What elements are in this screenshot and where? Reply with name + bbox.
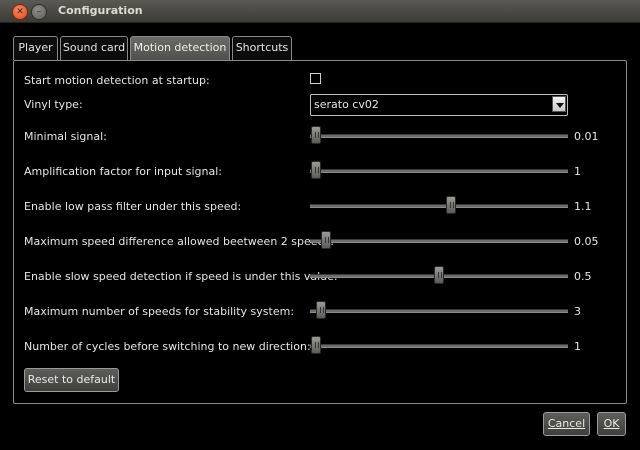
startup-label: Start motion detection at startup:	[24, 74, 210, 87]
tab-motion-detection[interactable]: Motion detection	[130, 36, 230, 61]
slider-label-stability: Maximum number of speeds for stability s…	[24, 305, 295, 318]
reset-to-default-button[interactable]: Reset to default	[24, 368, 119, 392]
slider-handle[interactable]	[311, 161, 321, 179]
value-low-pass: 1.1	[574, 200, 592, 213]
tab-sound-card[interactable]: Sound card	[60, 36, 128, 60]
tab-shortcuts[interactable]: Shortcuts	[232, 36, 292, 60]
value-slow-speed: 0.5	[574, 270, 592, 283]
slider-track	[310, 344, 568, 348]
slider-track	[310, 169, 568, 173]
slider-handle[interactable]	[446, 196, 457, 214]
minimize-icon[interactable]: –	[31, 4, 47, 20]
slider-handle[interactable]	[320, 231, 331, 249]
slider-track	[310, 309, 568, 313]
vinyl-type-value: serato cv02	[314, 98, 379, 111]
slider-track	[310, 204, 568, 208]
slider-handle[interactable]	[311, 126, 321, 144]
value-cycles: 1	[574, 340, 581, 353]
ok-label: OK	[603, 417, 620, 430]
slider-handle[interactable]	[311, 336, 321, 354]
slider-label-cycles: Number of cycles before switching to new…	[24, 340, 311, 353]
vinyl-type-select[interactable]: serato cv02	[310, 94, 568, 116]
value-max-speed-diff: 0.05	[574, 235, 599, 248]
close-icon[interactable]: ✕	[12, 4, 28, 20]
slider-handle[interactable]	[315, 301, 326, 319]
motion-detection-panel: Start motion detection at startup: Vinyl…	[13, 60, 627, 404]
window-title: Configuration	[58, 4, 143, 17]
slider-stability[interactable]	[310, 301, 568, 319]
cancel-button[interactable]: Cancel	[543, 412, 590, 436]
slider-handle[interactable]	[434, 266, 444, 284]
value-minimal-signal: 0.01	[574, 130, 599, 143]
value-stability: 3	[574, 305, 581, 318]
vinyl-type-label: Vinyl type:	[24, 98, 83, 111]
slider-label-amplification: Amplification factor for input signal:	[24, 165, 222, 178]
slider-label-low-pass: Enable low pass filter under this speed:	[24, 200, 242, 213]
title-bar: ✕ – Configuration	[0, 0, 640, 23]
slider-label-max-speed-diff: Maximum speed difference allowed beetwee…	[24, 235, 334, 248]
slider-minimal-signal[interactable]	[310, 126, 568, 144]
slider-label-slow-speed: Enable slow speed detection if speed is …	[24, 270, 338, 283]
slider-slow-speed[interactable]	[310, 266, 568, 284]
startup-checkbox[interactable]	[310, 73, 321, 84]
slider-low-pass[interactable]	[310, 196, 568, 214]
slider-label-minimal-signal: Minimal signal:	[24, 130, 107, 143]
slider-cycles[interactable]	[310, 336, 568, 354]
tab-player[interactable]: Player	[13, 36, 58, 60]
slider-max-speed-diff[interactable]	[310, 231, 568, 249]
slider-amplification[interactable]	[310, 161, 568, 179]
ok-button[interactable]: OK	[597, 412, 626, 436]
slider-track	[310, 239, 568, 243]
chevron-down-icon[interactable]	[552, 96, 566, 112]
value-amplification: 1	[574, 165, 581, 178]
slider-track	[310, 134, 568, 138]
cancel-label: Cancel	[547, 417, 586, 430]
